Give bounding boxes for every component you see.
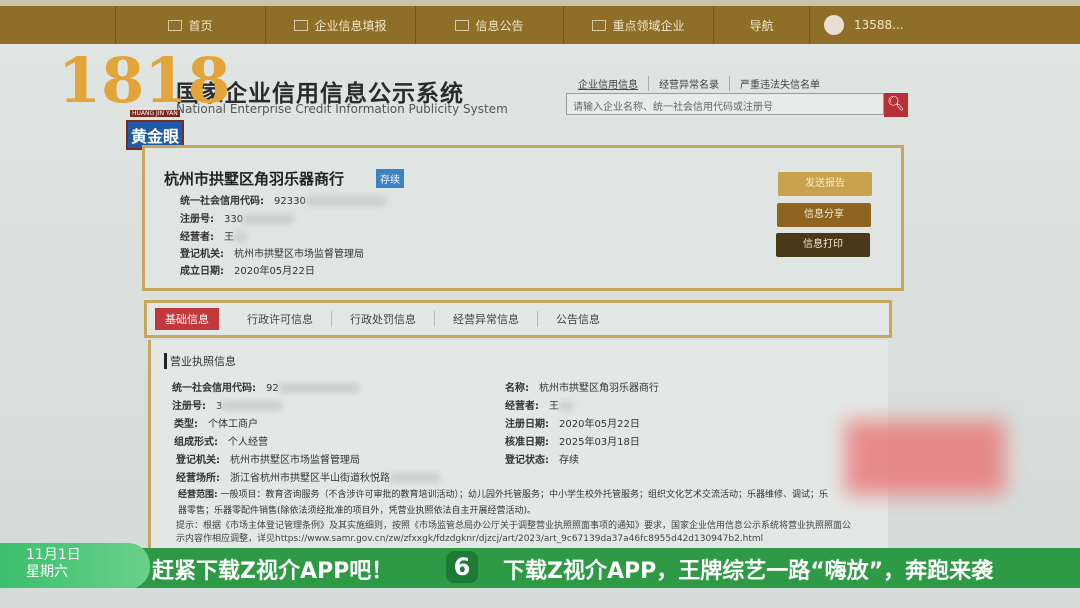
tv-show-logo: 1818 HUANG JIN YAN 黄金眼 xyxy=(58,44,231,156)
nav-label: 信息公告 xyxy=(475,18,524,33)
license-field: 登记状态: 存续 xyxy=(505,455,579,466)
nav-guide[interactable]: 导航 xyxy=(713,6,809,44)
top-nav: 首页 企业信息填报 信息公告 重点领域企业 导航 13588... xyxy=(0,0,1080,44)
nav-enterprise-report[interactable]: 企业信息填报 xyxy=(265,6,415,44)
search-tab-credit[interactable]: 企业信用信息 xyxy=(568,76,649,91)
business-scope: 经营范围: 一般项目：教育咨询服务（不含涉许可审批的教育培训活动）；幼儿园外托管… xyxy=(178,490,828,516)
nav-label: 重点领域企业 xyxy=(612,18,685,33)
section-title: 营业执照信息 xyxy=(164,353,236,369)
license-field: 经营者: 王 xyxy=(505,397,573,412)
nav-home[interactable]: 首页 xyxy=(115,6,265,44)
nav-key-enterprises[interactable]: 重点领域企业 xyxy=(563,6,713,44)
send-report-button[interactable]: 发送报告 xyxy=(778,172,872,196)
license-field: 经营场所: 浙江省杭州市拱墅区半山街道秋悦路 xyxy=(176,469,440,484)
page-bottom xyxy=(0,588,1080,608)
license-field: 注册日期: 2020年05月22日 xyxy=(505,419,640,430)
document-icon xyxy=(455,19,470,31)
summary-field: 成立日期: 2020年05月22日 xyxy=(180,266,315,277)
monitor-icon xyxy=(168,19,183,31)
license-field: 类型: 个体工商户 xyxy=(174,419,258,430)
ticker-text: 下载Z视介APP，王牌综艺一路“嗨放”，奔跑来袭 xyxy=(503,559,994,584)
pen-icon xyxy=(294,19,309,31)
channel-logo: 6 xyxy=(446,551,478,583)
license-field: 登记机关: 杭州市拱墅区市场监督管理局 xyxy=(176,455,360,466)
summary-field: 经营者: 王 xyxy=(180,228,246,243)
license-field: 统一社会信用代码: 92 xyxy=(172,379,359,394)
nav-label: 首页 xyxy=(188,18,213,33)
speaker-icon xyxy=(592,19,607,31)
username: 13588... xyxy=(854,18,904,32)
tab-abnormal-info[interactable]: 经营异常信息 xyxy=(435,311,538,327)
search-tab-blacklist[interactable]: 严重违法失信名单 xyxy=(730,76,830,91)
ticker-text: 赶紧下载Z视介APP吧！ xyxy=(152,559,394,584)
blurred-region xyxy=(845,420,1005,495)
search-button[interactable]: 🔍︎ xyxy=(884,93,908,117)
search-tabs: 企业信用信息 经营异常名录 严重违法失信名单 xyxy=(568,76,830,91)
user-menu[interactable]: 13588... xyxy=(809,6,904,44)
tab-basic-info[interactable]: 基础信息 xyxy=(155,308,219,330)
broadcast-date: 11月1日 星期六 xyxy=(0,543,150,589)
status-badge: 存续 xyxy=(376,169,404,188)
notice-tip: 提示：根据《市场主体登记管理条例》及其实施细则，按照《市场监管总局办公厅关于调整… xyxy=(176,521,852,544)
search-tab-abnormal[interactable]: 经营异常名录 xyxy=(649,76,730,91)
avatar xyxy=(824,15,844,35)
search-icon: 🔍︎ xyxy=(887,96,905,112)
print-info-button[interactable]: 信息打印 xyxy=(776,233,870,257)
license-field: 组成形式: 个人经营 xyxy=(174,437,268,448)
search-input[interactable]: 请输入企业名称、统一社会信用代码或注册号 xyxy=(566,93,884,115)
info-tabs: 基础信息 行政许可信息 行政处罚信息 经营异常信息 公告信息 xyxy=(144,300,892,338)
share-info-button[interactable]: 信息分享 xyxy=(777,203,871,227)
tab-penalty-info[interactable]: 行政处罚信息 xyxy=(332,311,435,327)
license-field: 名称: 杭州市拱墅区角羽乐器商行 xyxy=(505,383,659,394)
license-field: 注册号: 3 xyxy=(172,397,283,412)
tab-license-info[interactable]: 行政许可信息 xyxy=(229,311,332,327)
tab-notice-info[interactable]: 公告信息 xyxy=(538,311,618,327)
summary-field: 登记机关: 杭州市拱墅区市场监督管理局 xyxy=(180,249,364,260)
summary-field: 注册号: 330 xyxy=(180,210,294,225)
logo-number: 1818 xyxy=(58,44,231,117)
nav-label: 企业信息填报 xyxy=(314,18,387,33)
license-field: 核准日期: 2025年03月18日 xyxy=(505,437,640,448)
summary-field: 统一社会信用代码: 92330 xyxy=(180,192,386,207)
nav-announcements[interactable]: 信息公告 xyxy=(415,6,563,44)
logo-pinyin: HUANG JIN YAN xyxy=(130,110,180,117)
company-name: 杭州市拱墅区角羽乐器商行 xyxy=(164,170,345,188)
nav-label: 导航 xyxy=(749,18,774,33)
